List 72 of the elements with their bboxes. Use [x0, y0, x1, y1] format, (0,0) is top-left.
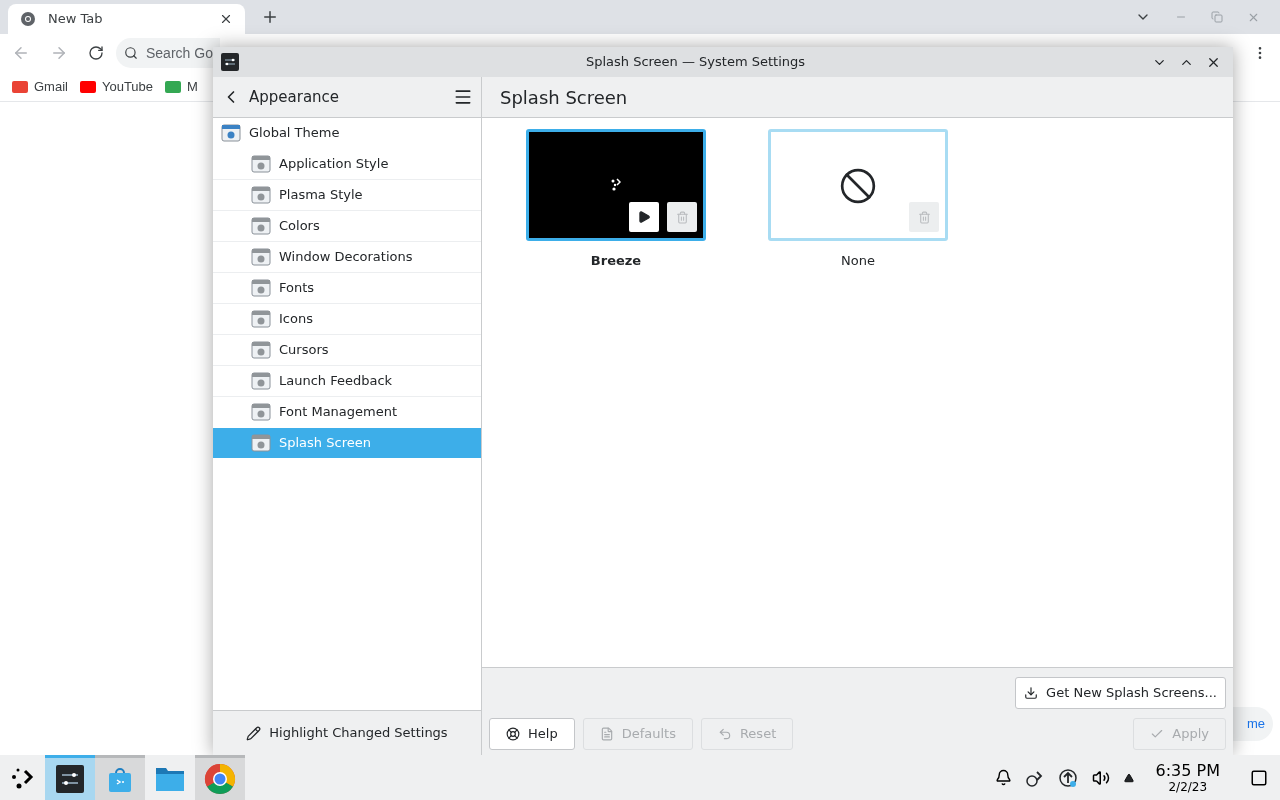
footer-button[interactable]: Help — [489, 718, 575, 750]
sidebar-item[interactable]: Cursors — [213, 335, 481, 365]
update-icon[interactable] — [1057, 767, 1078, 788]
theme-name: None — [841, 252, 875, 270]
settings-sliders-icon — [221, 53, 239, 71]
new-tab-icon[interactable] — [261, 8, 279, 26]
undo-icon — [717, 727, 732, 741]
theme-name: Breeze — [590, 252, 642, 270]
category-icon — [251, 154, 271, 174]
category-icon — [251, 247, 271, 267]
sidebar-item[interactable]: Font Management — [213, 397, 481, 427]
browser-logo-icon — [204, 763, 236, 795]
window-title: Splash Screen — System Settings — [584, 53, 807, 72]
trash-icon — [917, 210, 931, 224]
category-icon — [251, 340, 271, 360]
bookmark-icon — [12, 80, 28, 93]
category-icon — [251, 309, 271, 329]
sidebar-item[interactable]: Colors — [213, 211, 481, 241]
check-icon — [1150, 727, 1165, 741]
folder-icon — [155, 765, 185, 793]
theme-thumbnail[interactable] — [526, 129, 706, 241]
settings-sliders-icon — [56, 765, 84, 793]
page-title: Splash Screen — [500, 85, 628, 110]
sidebar-item[interactable]: Icons — [213, 304, 481, 334]
category-icon — [251, 371, 271, 391]
loading-icon — [611, 178, 621, 191]
sidebar-item[interactable]: Fonts — [213, 273, 481, 303]
download-icon — [1024, 686, 1039, 700]
taskbar-app[interactable] — [45, 755, 95, 800]
category-icon — [251, 433, 271, 453]
category-icon — [251, 216, 271, 236]
customize-button[interactable]: me — [1233, 707, 1273, 741]
sidebar-title: Appearance — [249, 86, 341, 108]
sidebar-item[interactable]: Window Decorations — [213, 242, 481, 272]
menu-icon[interactable] — [453, 87, 473, 107]
preview-button[interactable] — [629, 202, 659, 232]
category-icon — [251, 278, 271, 298]
document-icon — [599, 727, 614, 741]
category-icon — [221, 123, 241, 143]
prohibited-icon — [839, 167, 877, 205]
bookmark[interactable]: YouTube — [79, 76, 154, 97]
search-icon — [124, 46, 138, 60]
category-icon — [251, 402, 271, 422]
highlight-changed-button[interactable]: Highlight Changed Settings — [246, 723, 448, 743]
sidebar-item[interactable]: Plasma Style — [213, 180, 481, 210]
clock[interactable]: 6:35 PM 2/2/23 — [1155, 762, 1220, 793]
reload-icon[interactable] — [88, 45, 104, 61]
close-icon[interactable] — [219, 12, 233, 26]
expand-tray-icon[interactable] — [1123, 772, 1134, 783]
pencil-icon — [246, 725, 262, 741]
category-icon — [251, 185, 271, 205]
network-icon[interactable] — [1025, 768, 1044, 787]
bookmark[interactable]: Gmail — [12, 76, 68, 97]
bookmark[interactable]: M — [165, 76, 198, 97]
theme-thumbnail[interactable] — [768, 129, 948, 241]
tab-title: New Tab — [48, 10, 104, 29]
help-icon — [506, 727, 520, 741]
trash-icon — [675, 210, 689, 224]
notification-icon[interactable] — [994, 769, 1012, 786]
show-desktop-icon[interactable] — [1250, 768, 1268, 787]
shopping-bag-icon — [106, 765, 134, 793]
browser-tab[interactable]: New Tab — [8, 4, 245, 34]
play-icon — [637, 210, 651, 224]
sidebar-item[interactable]: Global Theme — [213, 118, 481, 148]
volume-icon[interactable] — [1091, 768, 1110, 787]
sidebar-item[interactable]: Application Style — [213, 149, 481, 179]
sidebar-item[interactable]: Launch Feedback — [213, 366, 481, 396]
get-new-button[interactable]: Get New Splash Screens... — [1015, 677, 1226, 709]
bookmark-icon — [79, 80, 96, 93]
bookmark-icon — [165, 80, 182, 93]
address-bar[interactable]: Search Go — [116, 38, 220, 68]
browser-logo-icon — [20, 11, 36, 27]
